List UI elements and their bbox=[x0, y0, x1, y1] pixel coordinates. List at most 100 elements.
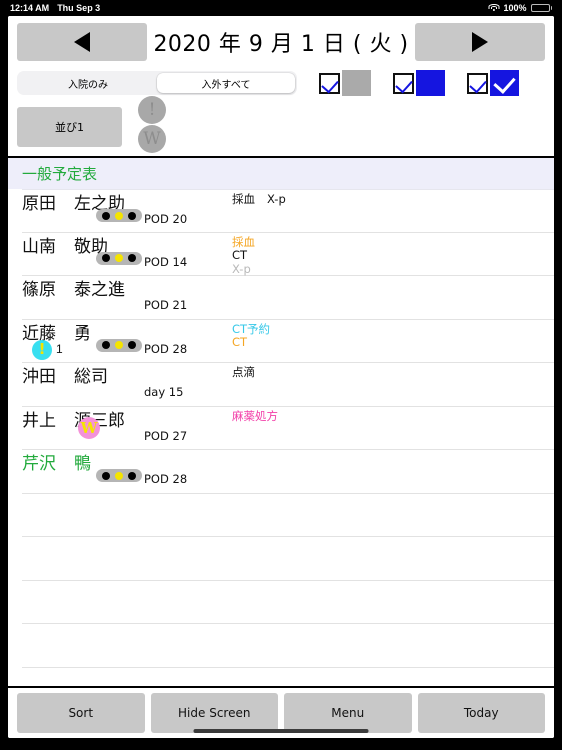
post-op-day: POD 14 bbox=[144, 254, 188, 269]
post-op-day: POD 28 bbox=[144, 341, 188, 356]
section-header: 一般予定表 bbox=[8, 156, 554, 189]
patient-given-name: 泰之進 bbox=[74, 280, 125, 300]
sort-button[interactable]: Sort bbox=[17, 693, 145, 733]
patient-surname: 山南 bbox=[22, 236, 56, 257]
app-window: 2020 年 9 月 1 日 ( 火 ) 入院のみ 入外すべて 並び1 ! W bbox=[8, 16, 554, 738]
post-op-day: POD 28 bbox=[144, 472, 188, 486]
checkbox-grey[interactable] bbox=[319, 72, 340, 94]
status-time: 12:14 AM bbox=[10, 3, 50, 13]
order-list: 麻薬処方 bbox=[232, 409, 278, 424]
admission-filter-segmented-control[interactable]: 入院のみ 入外すべて bbox=[17, 71, 297, 95]
status-dot bbox=[128, 341, 137, 349]
page-title: 2020 年 9 月 1 日 ( 火 ) bbox=[153, 32, 409, 57]
checkbox-blue[interactable] bbox=[393, 72, 414, 94]
order-item[interactable]: 採血 bbox=[232, 192, 255, 207]
patient-surname: 芹沢 bbox=[22, 454, 56, 474]
order-list: 点滴 bbox=[232, 365, 255, 380]
order-item[interactable]: CT bbox=[232, 335, 270, 350]
segment-all-patients[interactable]: 入外すべて bbox=[157, 73, 295, 93]
w-badge-disabled-icon[interactable]: W bbox=[138, 125, 166, 153]
sort-order-button[interactable]: 並び1 bbox=[17, 107, 122, 147]
patient-name: 篠原 泰之進 bbox=[22, 275, 125, 300]
table-row-empty[interactable] bbox=[22, 581, 554, 624]
status-dot bbox=[128, 211, 137, 220]
status-dot bbox=[114, 211, 123, 220]
order-item[interactable]: X-p bbox=[232, 262, 255, 277]
triangle-right-icon bbox=[472, 32, 488, 52]
order-item[interactable]: 採血 bbox=[232, 235, 255, 250]
patient-name: 山南 敬助 bbox=[22, 232, 108, 257]
status-dot bbox=[114, 341, 123, 349]
status-indicator-pill[interactable] bbox=[96, 338, 142, 352]
order-item[interactable]: CT予約 bbox=[232, 322, 270, 337]
sort-bar: 並び1 ! W bbox=[8, 96, 554, 156]
segment-inpatient-only[interactable]: 入院のみ bbox=[19, 73, 157, 93]
table-row[interactable]: 山南 敬助 POD 14 採血 CT X-p bbox=[22, 232, 554, 277]
status-dot bbox=[128, 471, 137, 480]
legend-icons: ! W bbox=[138, 96, 166, 153]
patient-surname: 近藤 bbox=[22, 323, 56, 344]
color-filter-blue-checked bbox=[467, 70, 519, 96]
status-dot bbox=[114, 254, 123, 262]
triangle-left-icon bbox=[74, 32, 90, 52]
table-row[interactable]: 原田 左之助 POD 20 採血 X-p bbox=[22, 189, 554, 233]
status-dot bbox=[101, 211, 110, 220]
status-indicator-pill[interactable] bbox=[96, 209, 142, 222]
status-dot bbox=[128, 254, 137, 262]
table-row-empty[interactable] bbox=[22, 537, 554, 581]
status-dot bbox=[101, 254, 110, 262]
patient-schedule-table[interactable]: 原田 左之助 POD 20 採血 X-p 山南 敬助 POD 14 採血 CT X-p 篠原 泰之進 PO… bbox=[8, 189, 554, 686]
post-op-day: POD 20 bbox=[144, 212, 188, 226]
patient-name: 沖田 総司 bbox=[22, 362, 108, 387]
order-item[interactable]: CT bbox=[232, 248, 255, 263]
table-row-empty[interactable] bbox=[22, 494, 554, 537]
menu-button[interactable]: Menu bbox=[284, 693, 412, 733]
home-indicator bbox=[193, 728, 369, 733]
next-day-button[interactable] bbox=[415, 23, 545, 61]
date-navigation-bar: 2020 年 9 月 1 日 ( 火 ) bbox=[8, 16, 554, 68]
filter-bar: 入院のみ 入外すべて bbox=[8, 68, 554, 98]
w-badge-icon[interactable]: W bbox=[78, 416, 100, 439]
battery-full-icon bbox=[530, 3, 552, 13]
swatch-grey[interactable] bbox=[342, 70, 371, 96]
status-dot bbox=[101, 471, 110, 480]
order-list: 採血 X-p bbox=[232, 192, 286, 207]
order-list: 採血 CT X-p bbox=[232, 235, 255, 277]
status-date: Thu Sep 3 bbox=[57, 3, 101, 13]
today-button[interactable]: Today bbox=[417, 693, 545, 733]
status-dot bbox=[114, 471, 123, 480]
wifi-icon bbox=[488, 3, 500, 13]
status-indicator-pill[interactable] bbox=[96, 469, 142, 482]
post-op-day: day 15 bbox=[144, 385, 184, 399]
swatch-blue-checked[interactable] bbox=[490, 70, 519, 96]
post-op-day: POD 21 bbox=[144, 298, 188, 312]
table-row[interactable]: 篠原 泰之進 POD 21 bbox=[22, 276, 554, 320]
status-indicator-pill[interactable] bbox=[96, 251, 142, 265]
patient-name: 井上 源三郎 bbox=[22, 406, 125, 431]
swatch-blue[interactable] bbox=[416, 70, 445, 96]
order-item[interactable]: X-p bbox=[267, 192, 286, 207]
hide-screen-button[interactable]: Hide Screen bbox=[150, 693, 278, 733]
patient-surname: 井上 bbox=[22, 410, 56, 431]
status-dot bbox=[101, 341, 110, 349]
order-item[interactable]: 麻薬処方 bbox=[232, 409, 278, 424]
checkbox-blue-checked[interactable] bbox=[467, 72, 488, 94]
table-row[interactable]: 井上 源三郎 W POD 27 麻薬処方 bbox=[22, 406, 554, 450]
table-row-empty[interactable] bbox=[22, 624, 554, 668]
alert-badge-disabled-icon[interactable]: ! bbox=[138, 96, 166, 124]
table-row[interactable]: 沖田 総司 day 15 点滴 bbox=[22, 363, 554, 407]
patient-given-name: 総司 bbox=[74, 367, 108, 387]
order-list: CT予約 CT bbox=[232, 322, 270, 350]
section-title: 一般予定表 bbox=[22, 165, 98, 183]
table-row[interactable]: 芹沢鴨 POD 28 bbox=[22, 450, 554, 494]
battery-percent: 100% bbox=[503, 3, 527, 13]
color-filter-grey bbox=[319, 70, 371, 96]
alert-badge-icon[interactable]: ! bbox=[32, 339, 52, 360]
previous-day-button[interactable] bbox=[17, 23, 147, 61]
post-op-day: POD 27 bbox=[144, 428, 188, 443]
table-row[interactable]: 近藤勇! 1 POD 28 CT予約 CT bbox=[22, 319, 554, 363]
status-bar: 12:14 AM Thu Sep 3 100% bbox=[0, 0, 562, 16]
order-item[interactable]: 点滴 bbox=[232, 365, 255, 380]
patient-surname: 篠原 bbox=[22, 280, 56, 300]
patient-name: 近藤勇 bbox=[22, 319, 91, 344]
